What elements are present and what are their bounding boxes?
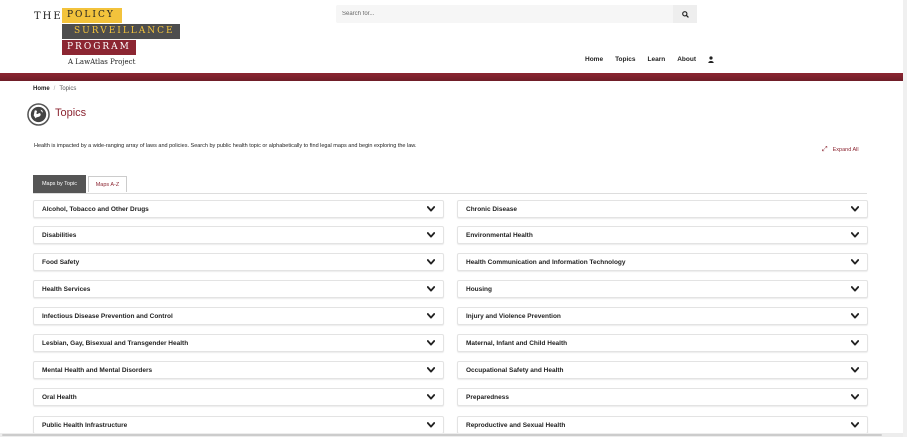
- topic-label: Health Services: [42, 285, 91, 293]
- chevron-down-icon[interactable]: [851, 205, 859, 213]
- vertical-scrollbar[interactable]: [903, 0, 907, 437]
- breadcrumb: Home / Topics: [33, 86, 76, 92]
- search-input[interactable]: [336, 5, 672, 23]
- topics-globe-icon: [27, 103, 50, 126]
- topic-label: Preparedness: [466, 393, 509, 401]
- search-icon: [681, 10, 689, 18]
- chevron-down-icon[interactable]: [427, 231, 435, 239]
- chevron-down-icon[interactable]: [851, 366, 859, 374]
- topic-accordion-item[interactable]: Lesbian, Gay, Bisexual and Transgender H…: [33, 334, 444, 352]
- topic-label: Housing: [466, 285, 492, 293]
- horizontal-scrollbar[interactable]: [0, 433, 903, 437]
- breadcrumb-separator: /: [53, 86, 56, 92]
- topic-label: Oral Health: [42, 393, 77, 401]
- search-button[interactable]: [673, 5, 697, 23]
- topic-label: Food Safety: [42, 258, 80, 266]
- nav-home[interactable]: Home: [585, 56, 603, 63]
- topic-label: Alcohol, Tobacco and Other Drugs: [42, 205, 149, 213]
- topic-accordion-item[interactable]: Environmental Health: [457, 226, 868, 244]
- chevron-down-icon[interactable]: [851, 339, 859, 347]
- topic-accordion-item[interactable]: Reproductive and Sexual Health: [457, 416, 868, 434]
- expand-all-label: Expand All: [832, 147, 859, 153]
- tab-divider: [33, 193, 867, 194]
- chevron-down-icon[interactable]: [851, 285, 859, 293]
- topic-label: Public Health Infrastructure: [42, 421, 128, 429]
- logo-surveillance: SURVEILLANCE: [62, 24, 180, 39]
- breadcrumb-home[interactable]: Home: [33, 86, 50, 92]
- chevron-down-icon[interactable]: [851, 231, 859, 239]
- chevron-down-icon[interactable]: [851, 393, 859, 401]
- scrollbar-thumb[interactable]: [2, 434, 882, 436]
- topic-accordion-item[interactable]: Maternal, Infant and Child Health: [457, 334, 868, 352]
- main-nav: Home Topics Learn About: [585, 56, 714, 63]
- topic-accordion-item[interactable]: Housing: [457, 280, 868, 298]
- chevron-down-icon[interactable]: [427, 393, 435, 401]
- expand-arrows-icon: ⤢: [822, 146, 828, 153]
- topic-label: Injury and Violence Prevention: [466, 312, 561, 320]
- chevron-down-icon[interactable]: [427, 312, 435, 320]
- tab-maps-by-topic[interactable]: Maps by Topic: [33, 175, 86, 193]
- tab-maps-a-z[interactable]: Maps A-Z: [88, 176, 127, 192]
- topic-label: Infectious Disease Prevention and Contro…: [42, 312, 173, 320]
- topic-accordion-item[interactable]: Food Safety: [33, 253, 444, 271]
- search-bar: [336, 5, 697, 23]
- topic-label: Occupational Safety and Health: [466, 366, 564, 374]
- site-logo[interactable]: THE POLICY SURVEILLANCE PROGRAM A LawAtl…: [34, 7, 184, 69]
- logo-subtitle: A LawAtlas Project: [68, 58, 136, 66]
- logo-program: PROGRAM: [62, 40, 136, 55]
- topic-accordion-item[interactable]: Injury and Violence Prevention: [457, 307, 868, 325]
- tab-bar: Maps by Topic Maps A-Z: [33, 175, 127, 193]
- topic-label: Mental Health and Mental Disorders: [42, 366, 153, 374]
- chevron-down-icon[interactable]: [427, 258, 435, 266]
- topic-accordion-item[interactable]: Oral Health: [33, 388, 444, 406]
- chevron-down-icon[interactable]: [427, 285, 435, 293]
- chevron-down-icon[interactable]: [427, 205, 435, 213]
- logo-policy: POLICY: [62, 8, 122, 23]
- chevron-down-icon[interactable]: [427, 421, 435, 429]
- user-icon[interactable]: [708, 56, 714, 63]
- topic-accordion-item[interactable]: Alcohol, Tobacco and Other Drugs: [33, 200, 444, 218]
- topic-accordion-item[interactable]: Health Communication and Information Tec…: [457, 253, 868, 271]
- topic-accordion-item[interactable]: Infectious Disease Prevention and Contro…: [33, 307, 444, 325]
- chevron-down-icon[interactable]: [851, 312, 859, 320]
- nav-about[interactable]: About: [677, 56, 696, 63]
- page-title: Topics: [55, 107, 87, 119]
- topic-accordion-item[interactable]: Preparedness: [457, 388, 868, 406]
- topic-label: Disabilities: [42, 231, 77, 239]
- chevron-down-icon[interactable]: [851, 258, 859, 266]
- intro-text: Health is impacted by a wide-ranging arr…: [34, 143, 417, 149]
- topic-label: Chronic Disease: [466, 205, 517, 213]
- topic-label: Reproductive and Sexual Health: [466, 421, 566, 429]
- topic-accordion-item[interactable]: Health Services: [33, 280, 444, 298]
- topic-label: Environmental Health: [466, 231, 533, 239]
- chevron-down-icon[interactable]: [851, 421, 859, 429]
- chevron-down-icon[interactable]: [427, 366, 435, 374]
- topic-label: Lesbian, Gay, Bisexual and Transgender H…: [42, 339, 189, 347]
- topic-accordion-item[interactable]: Chronic Disease: [457, 200, 868, 218]
- topic-label: Health Communication and Information Tec…: [466, 258, 626, 266]
- topic-accordion-item[interactable]: Disabilities: [33, 226, 444, 244]
- topic-label: Maternal, Infant and Child Health: [466, 339, 568, 347]
- topic-accordion-item[interactable]: Public Health Infrastructure: [33, 416, 444, 434]
- breadcrumb-current: Topics: [59, 86, 77, 92]
- logo-the: THE: [34, 11, 63, 22]
- nav-topics[interactable]: Topics: [615, 56, 635, 63]
- nav-learn[interactable]: Learn: [648, 56, 666, 63]
- expand-all-button[interactable]: ⤢ Expand All: [822, 146, 859, 154]
- topic-accordion-item[interactable]: Mental Health and Mental Disorders: [33, 361, 444, 379]
- topic-accordion-item[interactable]: Occupational Safety and Health: [457, 361, 868, 379]
- chevron-down-icon[interactable]: [427, 339, 435, 347]
- header-divider-bar: [0, 73, 903, 81]
